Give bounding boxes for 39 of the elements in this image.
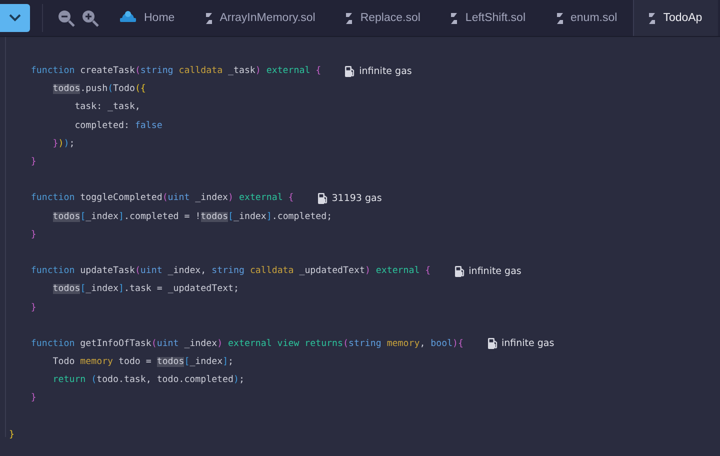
editor-tab[interactable]: LeftShift.sol [436,0,542,36]
gas-estimate: infinite gas [345,66,412,77]
code-line: completed: false [74,120,162,131]
fuel-pump-icon [488,338,498,350]
code-line: })); [52,138,75,149]
gas-estimate: 31193 gas [318,192,382,204]
chevron-down-icon [9,14,21,22]
solidity-file-icon [345,12,354,24]
code-line: function updateTask(uint _index, string calldata _updatedText) external { [30,266,431,276]
code-line: function createTask(string calldata _task) external { [30,66,322,76]
editor-tab[interactable]: ArrayInMemory.sol [190,0,332,36]
fuel-pump-icon [318,192,328,204]
code-line: } [30,302,36,313]
zoom-in-icon[interactable] [81,9,99,27]
zoom-out-icon[interactable] [57,9,75,27]
solidity-file-icon [556,12,564,24]
code-line: function getInfoOfTask(uint _index) external view returns(string memory, bool){ [30,338,464,349]
editor-tab[interactable]: TodoAp [633,0,718,36]
editor-tab[interactable]: Replace.sol [331,0,436,36]
code-line: return (todo.task, todo.completed); [52,375,244,386]
code-line: } [9,430,14,440]
fuel-pump-icon [454,266,465,277]
solidity-file-icon [450,12,458,24]
code-line: } [30,393,36,404]
code-line: todos[_index].task = _updatedText; [9,284,239,294]
solidity-file-icon [648,12,656,24]
code-line: task: _task, [74,102,140,112]
fuel-pump-icon [345,66,356,77]
dropdown-button[interactable] [0,4,30,32]
code-line: function toggleCompleted(uint _index) external { [30,193,294,204]
solidity-file-icon [204,12,213,24]
code-line: todos[_index].completed = !todos[_index].completed; [9,212,332,222]
editor-tab[interactable]: enum.sol [542,0,634,36]
editor-tab[interactable]: Home [105,0,191,36]
code-line: Todo memory todo = todos[_index]; [52,357,234,368]
gas-estimate: infinite gas [454,266,522,277]
gas-estimate: infinite gas [488,338,554,350]
code-line: } [30,230,36,240]
code-line: } [30,157,36,168]
